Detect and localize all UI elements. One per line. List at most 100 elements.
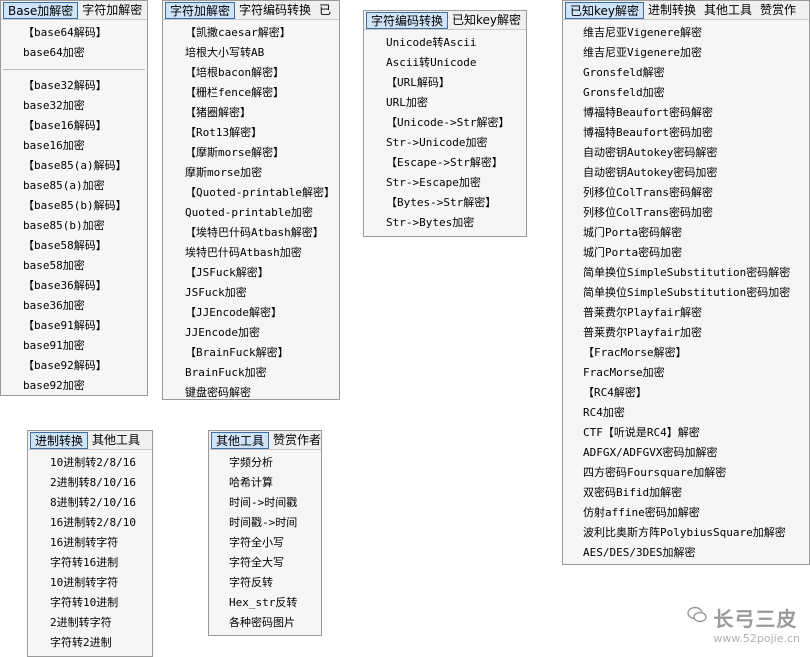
menu-item[interactable]: 【base58解码】 [1, 236, 147, 256]
menu-item[interactable]: 【Unicode->Str解密】 [364, 113, 526, 133]
tab-donate[interactable]: 赞赏作者 [269, 432, 321, 449]
menu-item[interactable]: 【base85(b)解码】 [1, 196, 147, 216]
menu-item[interactable]: Quoted-printable加密 [163, 203, 339, 223]
menu-item[interactable]: Str->Bytes加密 [364, 213, 526, 233]
menu-item[interactable]: base32加密 [1, 96, 147, 116]
menu-item[interactable]: FracMorse加密 [563, 363, 809, 383]
menu-item[interactable]: 字符转2进制 [28, 633, 152, 653]
tab-char-crypto[interactable]: 字符加解密 [165, 1, 236, 19]
menu-item[interactable]: 字符转10进制 [28, 593, 152, 613]
tab-other-tools[interactable]: 其他工具 [88, 432, 144, 449]
menu-item[interactable]: 自动密钥Autokey密码解密 [563, 143, 809, 163]
menu-item[interactable]: base36加密 [1, 296, 147, 316]
menu-item[interactable]: 字符反转 [209, 573, 321, 593]
menu-item[interactable]: 【BrainFuck解密】 [163, 343, 339, 363]
menu-item[interactable]: 仿射affine密码加解密 [563, 503, 809, 523]
menu-item[interactable]: 16进制转2/8/10 [28, 513, 152, 533]
menu-item[interactable]: 【猪圈解密】 [163, 103, 339, 123]
menu-item[interactable]: 字符转16进制 [28, 553, 152, 573]
menu-item[interactable]: 【base85(a)解码】 [1, 156, 147, 176]
menu-item[interactable]: 【base36解码】 [1, 276, 147, 296]
menu-item[interactable]: 字符全大写 [209, 553, 321, 573]
tab-char-encoding[interactable]: 字符编码转换 [366, 11, 449, 29]
tab-base-convert[interactable]: 进制转换 [644, 2, 700, 19]
menu-item[interactable]: 博福特Beaufort密码解密 [563, 103, 809, 123]
menu-item[interactable]: 普莱费尔Playfair加密 [563, 323, 809, 343]
menu-item[interactable]: Gronsfeld加密 [563, 83, 809, 103]
menu-item[interactable]: CTF【听说是RC4】解密 [563, 423, 809, 443]
menu-item[interactable]: ADFGX/ADFGVX密码加解密 [563, 443, 809, 463]
menu-item[interactable]: 城门Porta密码解密 [563, 223, 809, 243]
menu-item[interactable]: BrainFuck加密 [163, 363, 339, 383]
menu-item[interactable]: 【Bytes->Str解密】 [364, 193, 526, 213]
menu-item[interactable]: 摩斯morse加密 [163, 163, 339, 183]
menu-item[interactable]: 四方密码Foursquare加解密 [563, 463, 809, 483]
menu-item[interactable]: Unicode转Ascii [364, 33, 526, 53]
menu-item[interactable]: 普莱费尔Playfair解密 [563, 303, 809, 323]
menu-item[interactable]: 【JJEncode解密】 [163, 303, 339, 323]
menu-item[interactable]: Ascii转Unicode [364, 53, 526, 73]
tab-base-convert[interactable]: 进制转换 [30, 431, 89, 449]
tab-char-crypto[interactable]: 字符加解密 [78, 2, 146, 19]
menu-item[interactable]: 【base91解码】 [1, 316, 147, 336]
menu-item[interactable]: 时间->时间戳 [209, 493, 321, 513]
menu-item[interactable]: 10进制转2/8/16 [28, 453, 152, 473]
menu-item[interactable]: 【RC4解密】 [563, 383, 809, 403]
menu-item[interactable]: JSFuck加密 [163, 283, 339, 303]
menu-item[interactable]: base85(a)加密 [1, 176, 147, 196]
menu-item[interactable]: base58加密 [1, 256, 147, 276]
menu-item[interactable]: 列移位ColTrans密码解密 [563, 183, 809, 203]
menu-item[interactable]: Str->Escape加密 [364, 173, 526, 193]
menu-item[interactable]: Str->Unicode加密 [364, 133, 526, 153]
menu-item[interactable]: 【摩斯morse解密】 [163, 143, 339, 163]
menu-item[interactable]: 【栅栏fence解密】 [163, 83, 339, 103]
menu-item[interactable]: 埃特巴什码Atbash加密 [163, 243, 339, 263]
menu-item[interactable]: 哈希计算 [209, 473, 321, 493]
menu-item[interactable]: 【培根bacon解密】 [163, 63, 339, 83]
menu-item[interactable]: 【base92解码】 [1, 356, 147, 376]
menu-item[interactable]: 16进制转字符 [28, 533, 152, 553]
tab-other-tools[interactable]: 其他工具 [211, 431, 270, 449]
menu-item[interactable]: 【Escape->Str解密】 [364, 153, 526, 173]
menu-item[interactable]: JJEncode加密 [163, 323, 339, 343]
tab-base[interactable]: Base加解密 [3, 1, 79, 19]
tab-known-key[interactable]: 已 [315, 2, 335, 19]
menu-item[interactable]: base92加密 [1, 376, 147, 396]
menu-item[interactable]: URL加密 [364, 93, 526, 113]
menu-item[interactable]: 键盘密码解密 [163, 383, 339, 403]
menu-item[interactable]: 维吉尼亚Vigenere加密 [563, 43, 809, 63]
tab-known-key[interactable]: 已知key解密 [448, 12, 525, 29]
menu-item[interactable]: 【埃特巴什码Atbash解密】 [163, 223, 339, 243]
menu-item[interactable]: 【base64解码】 [1, 23, 147, 43]
menu-item[interactable]: 简单换位SimpleSubstitution密码加密 [563, 283, 809, 303]
menu-item[interactable]: base16加密 [1, 136, 147, 156]
menu-item[interactable]: AES/DES/3DES加解密 [563, 543, 809, 563]
menu-item[interactable]: 时间戳->时间 [209, 513, 321, 533]
menu-item[interactable]: 各种密码图片 [209, 613, 321, 633]
menu-item[interactable]: 维吉尼亚Vigenere解密 [563, 23, 809, 43]
menu-item[interactable]: 【FracMorse解密】 [563, 343, 809, 363]
menu-item[interactable]: 【base32解码】 [1, 76, 147, 96]
menu-item[interactable]: 【JSFuck解密】 [163, 263, 339, 283]
menu-item[interactable]: Gronsfeld解密 [563, 63, 809, 83]
menu-item[interactable]: 字频分析 [209, 453, 321, 473]
menu-item[interactable]: 2进制转字符 [28, 613, 152, 633]
menu-item[interactable]: RC4加密 [563, 403, 809, 423]
menu-item[interactable]: 【Rot13解密】 [163, 123, 339, 143]
menu-item[interactable]: 博福特Beaufort密码加密 [563, 123, 809, 143]
menu-item[interactable]: 【Quoted-printable解密】 [163, 183, 339, 203]
menu-item[interactable]: 【URL解码】 [364, 73, 526, 93]
menu-item[interactable]: 简单换位SimpleSubstitution密码解密 [563, 263, 809, 283]
menu-item[interactable]: 双密码Bifid加解密 [563, 483, 809, 503]
menu-item[interactable]: base91加密 [1, 336, 147, 356]
tab-donate[interactable]: 赞赏作 [756, 2, 800, 19]
menu-item[interactable]: 列移位ColTrans密码加密 [563, 203, 809, 223]
menu-item[interactable]: 2进制转8/10/16 [28, 473, 152, 493]
menu-item[interactable]: 字符全小写 [209, 533, 321, 553]
menu-item[interactable]: 【base16解码】 [1, 116, 147, 136]
menu-item[interactable]: 自动密钥Autokey密码加密 [563, 163, 809, 183]
menu-item[interactable]: base64加密 [1, 43, 147, 63]
menu-item[interactable]: 8进制转2/10/16 [28, 493, 152, 513]
menu-item[interactable]: 城门Porta密码加密 [563, 243, 809, 263]
menu-item[interactable]: 波利比奥斯方阵PolybiusSquare加解密 [563, 523, 809, 543]
